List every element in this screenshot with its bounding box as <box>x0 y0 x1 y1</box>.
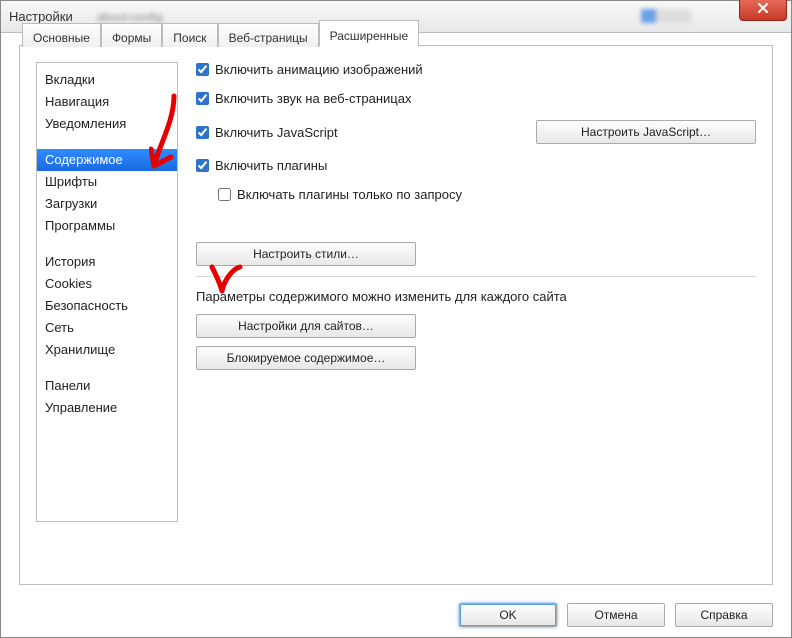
configure-styles-button[interactable]: Настроить стили… <box>196 242 416 266</box>
site-preferences-button[interactable]: Настройки для сайтов… <box>196 314 416 338</box>
per-site-text: Параметры содержимого можно изменить для… <box>196 289 756 304</box>
tab-advanced[interactable]: Расширенные <box>319 20 420 47</box>
sidebar-item-network[interactable]: Сеть <box>37 317 177 339</box>
help-button[interactable]: Справка <box>675 603 773 627</box>
checkbox-animation-input[interactable] <box>196 63 209 76</box>
dialog-footer: OK Отмена Справка <box>459 603 773 627</box>
checkbox-plugins-label: Включить плагины <box>215 158 327 173</box>
dialog-inner: Вкладки Навигация Уведомления Содержимое… <box>20 46 772 584</box>
tab-forms[interactable]: Формы <box>101 23 162 47</box>
ok-button[interactable]: OK <box>459 603 557 627</box>
separator <box>196 276 756 277</box>
tab-search[interactable]: Поиск <box>162 23 217 47</box>
cancel-button[interactable]: Отмена <box>567 603 665 627</box>
content-panel: Включить анимацию изображений Включить з… <box>196 62 756 568</box>
tab-general[interactable]: Основные <box>22 23 101 47</box>
checkbox-plugins[interactable]: Включить плагины <box>196 158 327 173</box>
sidebar-item-panels[interactable]: Панели <box>37 375 177 397</box>
checkbox-sound[interactable]: Включить звук на веб-страницах <box>196 91 411 106</box>
sidebar-item-management[interactable]: Управление <box>37 397 177 419</box>
settings-window: Настройки about:config Основные Формы По… <box>0 0 792 638</box>
dialog-panel: Основные Формы Поиск Веб-страницы Расшир… <box>19 45 773 585</box>
tab-webpages[interactable]: Веб-страницы <box>218 23 319 47</box>
sidebar-item-storage[interactable]: Хранилище <box>37 339 177 361</box>
checkbox-plugins-on-demand-label: Включать плагины только по запросу <box>237 187 462 202</box>
checkbox-plugins-input[interactable] <box>196 159 209 172</box>
checkbox-plugins-on-demand-input[interactable] <box>218 188 231 201</box>
close-button[interactable] <box>739 0 787 21</box>
sidebar-item-notifications[interactable]: Уведомления <box>37 113 177 135</box>
toolbar-blur <box>641 9 691 23</box>
sidebar-item-history[interactable]: История <box>37 251 177 273</box>
checkbox-animation[interactable]: Включить анимацию изображений <box>196 62 423 77</box>
sidebar: Вкладки Навигация Уведомления Содержимое… <box>36 62 178 522</box>
close-icon <box>757 2 769 17</box>
checkbox-javascript-label: Включить JavaScript <box>215 125 338 140</box>
sidebar-item-downloads[interactable]: Загрузки <box>37 193 177 215</box>
checkbox-sound-input[interactable] <box>196 92 209 105</box>
sidebar-item-content[interactable]: Содержимое <box>37 149 177 171</box>
sidebar-item-programs[interactable]: Программы <box>37 215 177 237</box>
sidebar-item-cookies[interactable]: Cookies <box>37 273 177 295</box>
sidebar-item-fonts[interactable]: Шрифты <box>37 171 177 193</box>
sidebar-item-tabs[interactable]: Вкладки <box>37 69 177 91</box>
checkbox-javascript[interactable]: Включить JavaScript <box>196 125 338 140</box>
checkbox-animation-label: Включить анимацию изображений <box>215 62 423 77</box>
configure-javascript-button[interactable]: Настроить JavaScript… <box>536 120 756 144</box>
checkbox-sound-label: Включить звук на веб-страницах <box>215 91 411 106</box>
sidebar-item-navigation[interactable]: Навигация <box>37 91 177 113</box>
checkbox-plugins-on-demand[interactable]: Включать плагины только по запросу <box>218 187 462 202</box>
checkbox-javascript-input[interactable] <box>196 126 209 139</box>
tabs: Основные Формы Поиск Веб-страницы Расшир… <box>22 20 419 47</box>
blocked-content-button[interactable]: Блокируемое содержимое… <box>196 346 416 370</box>
sidebar-item-security[interactable]: Безопасность <box>37 295 177 317</box>
